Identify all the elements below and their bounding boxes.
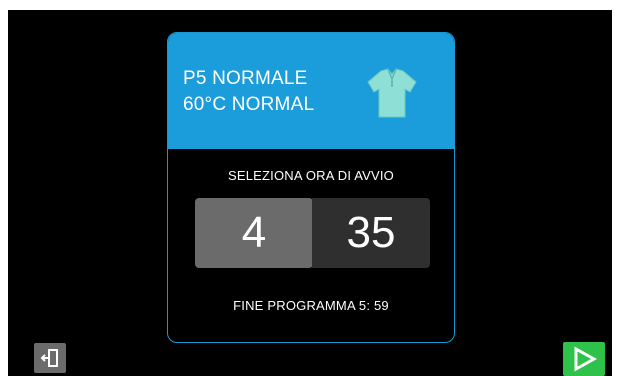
program-temperature: 60°C NORMAL — [183, 94, 315, 115]
start-delay-card: P5 NORMALE 60°C NORMAL SELEZIONA ORA DI … — [167, 32, 455, 343]
select-start-time-label: SELEZIONA ORA DI AVVIO — [228, 168, 394, 183]
start-button[interactable] — [563, 342, 605, 376]
exit-button[interactable] — [34, 343, 66, 373]
play-icon — [574, 346, 597, 372]
exit-door-icon — [40, 349, 58, 367]
program-end-time: FINE PROGRAMMA 5: 59 — [233, 298, 389, 313]
program-header: P5 NORMALE 60°C NORMAL — [168, 33, 454, 149]
shirt-icon — [367, 68, 417, 118]
program-name: P5 NORMALE — [183, 68, 308, 89]
minutes-selector[interactable]: 35 — [312, 198, 430, 268]
hours-selector[interactable]: 4 — [195, 198, 313, 268]
